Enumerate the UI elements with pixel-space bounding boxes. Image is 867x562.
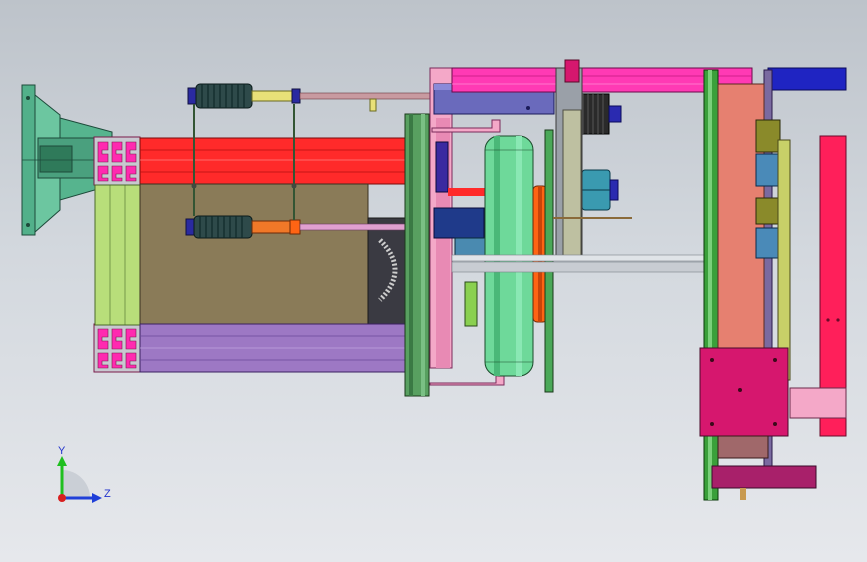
- z-axis-label: Z: [104, 488, 111, 500]
- cad-viewport[interactable]: Y Z: [0, 0, 867, 562]
- x-axis-point-icon: [58, 494, 66, 502]
- orientation-triad[interactable]: Y Z: [0, 0, 867, 562]
- y-axis-arrow-icon: [57, 456, 67, 466]
- z-axis-arrow-icon: [92, 493, 102, 503]
- y-axis-label: Y: [58, 445, 66, 457]
- triad-plane: [62, 470, 90, 498]
